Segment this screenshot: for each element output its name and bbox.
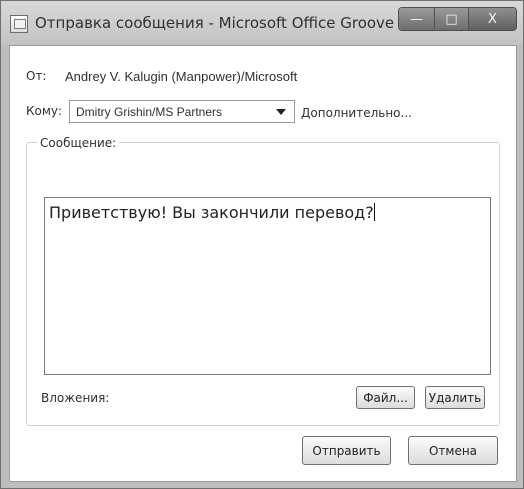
close-button[interactable]: X (469, 8, 516, 30)
message-textarea[interactable]: Приветствую! Вы закончили перевод? (44, 197, 491, 375)
maximize-button[interactable]: □ (435, 8, 469, 30)
title-bar[interactable]: Отправка сообщения - Microsoft Office Gr… (1, 1, 523, 45)
more-options-link[interactable]: Дополнительно... (301, 106, 412, 120)
from-value: Andrey V. Kalugin (Manpower)/Microsoft (65, 69, 298, 84)
minimize-button[interactable]: — (399, 8, 435, 30)
window-left-border (1, 45, 9, 482)
window-controls: — □ X (398, 7, 517, 31)
recipient-value: Dmitry Grishin/MS Partners (76, 105, 223, 119)
app-icon (10, 15, 28, 33)
attach-file-button[interactable]: Файл... (356, 386, 415, 409)
to-label: Кому: (26, 104, 63, 118)
message-text: Приветствую! Вы закончили перевод? (49, 203, 374, 222)
recipient-select[interactable]: Dmitry Grishin/MS Partners (69, 100, 295, 123)
send-message-window: Отправка сообщения - Microsoft Office Gr… (0, 0, 524, 489)
dialog-content: От: Andrey V. Kalugin (Manpower)/Microso… (9, 45, 517, 482)
cancel-button[interactable]: Отмена (408, 436, 498, 465)
send-button[interactable]: Отправить (302, 436, 391, 465)
chevron-down-icon[interactable] (276, 109, 286, 115)
from-label: От: (26, 69, 47, 83)
attachments-label: Вложения: (41, 391, 110, 405)
text-caret (373, 203, 375, 221)
window-title: Отправка сообщения - Microsoft Office Gr… (35, 14, 395, 32)
message-group-label: Сообщение: (37, 136, 120, 150)
delete-attachment-button[interactable]: Удалить (425, 386, 485, 409)
